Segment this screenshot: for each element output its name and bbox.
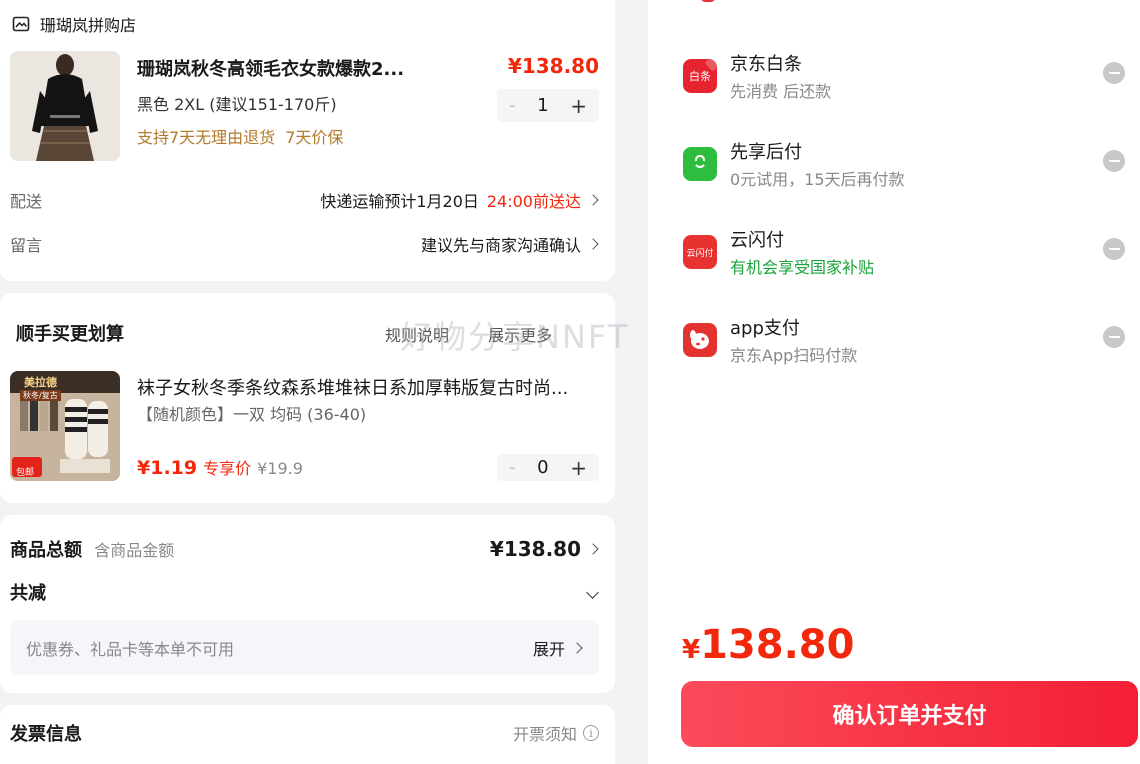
return-policy: 支持7天无理由退货 [137,128,276,147]
payment-text: 先享后付 0元试用，15天后再付款 [730,138,905,190]
delivery-label: 配送 [10,192,43,211]
unionpay-icon-text: 云闪付 [686,248,714,259]
invoice-note-label: 开票须知 [512,725,577,744]
chevron-down-icon[interactable] [586,585,599,599]
payment-text: app支付 京东App扫码付款 [730,314,857,366]
goods-total-label: 商品总额 [10,540,82,561]
expand-label: 展开 [532,639,565,659]
bundle-title: 顺手买更划算 [16,324,124,345]
product-title[interactable]: 珊瑚岚秋冬高领毛衣女款爆款2... [137,55,404,81]
payment-desc: 京东App扫码付款 [730,346,858,365]
dog-glyph [690,330,709,349]
payment-option-pay-later[interactable]: 先享后付 0元试用，15天后再付款 [683,134,1133,194]
shop-header[interactable]: 珊瑚岚拼购店 [12,12,136,36]
payment-desc: 0元试用，15天后再付款 [730,170,905,189]
payment-desc: 先消费 后还款 [730,82,832,101]
payment-name: 先享后付 [730,142,802,163]
price-protection: 7天价保 [285,128,344,147]
decrease-button[interactable]: - [509,95,516,116]
thumb-season-tag: 秋冬/复古 [20,390,61,401]
decrease-button[interactable]: - [509,457,516,478]
payment-text: 京东白条 先消费 后还款 [730,50,831,102]
product-price: ¥138.80 [507,54,599,78]
payment-name: app支付 [730,318,800,339]
payment-option-baitiao[interactable]: 白条 京东白条 先消费 后还款 [683,46,1133,106]
payable-amount: 138.80 [700,622,855,668]
message-label: 留言 [10,236,43,255]
socks-price-row: ¥1.19 专享价 ¥19.9 [137,455,303,479]
order-column: 珊瑚岚拼购店 珊瑚岚秋冬高领毛衣女款爆款2... ¥138.80 黑色 2XL … [0,0,627,764]
shop-name: 珊瑚岚拼购店 [40,16,137,35]
payment-text: 云闪付 有机会享受国家补贴 [730,226,874,278]
payment-name: 京东白条 [730,54,802,75]
payment-option-app[interactable]: app支付 京东App扫码付款 [683,310,1133,370]
sweater-image [10,51,120,161]
reduction-row[interactable]: 共减 [10,579,599,605]
thumb-brand-tag: 美拉德 [24,376,57,389]
socks-quantity-value[interactable]: 0 [537,457,548,478]
payment-radio[interactable] [1103,326,1125,348]
confirm-pay-button[interactable]: 确认订单并支付 [681,681,1138,747]
chevron-right-icon [571,641,583,654]
socks-quantity-stepper: - 0 + [497,454,599,481]
increase-button[interactable]: + [570,456,587,480]
coupon-text: 优惠券、礼品卡等本单不可用 [26,639,235,659]
jd-dog-icon [683,323,717,357]
payment-radio[interactable] [1103,238,1125,260]
goods-total-amount: ¥138.80 [489,537,581,561]
socks-thumbnail[interactable]: 美拉德 秋冬/复古 包邮 [10,371,120,481]
thumb-shipping-tag: 包邮 [16,468,35,478]
product-spec[interactable]: 黑色 2XL (建议151-170斤) [137,91,337,115]
guarantee-text: 支持7天无理由退货 7天价保 [137,124,343,148]
message-hint: 建议先与商家沟通确认 [420,236,581,255]
baitiao-icon-text: 白条 [689,70,711,83]
baitiao-icon: 白条 [683,54,722,93]
message-value: 建议先与商家沟通确认 [420,232,599,256]
info-icon: i [583,725,599,741]
payment-radio[interactable] [1103,62,1125,84]
unionpay-icon: 云闪付 [683,235,717,269]
socks-spec[interactable]: 【随机颜色】一双 均码 (36-40) [137,401,366,425]
goods-total-label-wrap: 商品总额 含商品金额 [10,536,174,562]
currency-symbol: ¥ [682,635,701,665]
goods-total-sub: 含商品金额 [94,541,175,560]
delivery-row[interactable]: 配送 快递运输预计1月20日 24:00前送达 [10,188,599,212]
expand-button[interactable]: 展开 [532,636,583,660]
invoice-title: 发票信息 [10,724,82,745]
goods-total-amount-wrap: ¥138.80 [489,537,599,561]
invoice-note[interactable]: 开票须知 i [513,721,599,745]
chevron-right-icon [587,543,599,555]
payment-radio[interactable] [1103,150,1125,172]
exclusive-price-label: 专享价 [203,459,252,478]
shopping-bag-icon [683,147,717,181]
coupon-box[interactable]: 优惠券、礼品卡等本单不可用 展开 [10,620,599,675]
product-thumbnail[interactable] [10,51,120,161]
bag-glyph [695,154,705,168]
delivery-time: 24:00前送达 [486,192,581,211]
payment-desc: 有机会享受国家补贴 [730,258,875,277]
goods-total-row[interactable]: 商品总额 含商品金额 ¥138.80 [10,536,599,562]
socks-title[interactable]: 袜子女秋冬季条纹森系堆堆袜日系加厚韩版复古时尚... [137,374,568,400]
delivery-date: 快递运输预计1月20日 [320,192,479,211]
original-price: ¥19.9 [257,459,303,478]
shop-icon [12,16,30,32]
watermark: 好物分享NNFT [400,318,630,356]
quantity-stepper: - 1 + [497,89,599,122]
socks-price: ¥1.19 [137,457,198,479]
chevron-right-icon [587,194,599,206]
message-row[interactable]: 留言 建议先与商家沟通确认 [10,232,599,256]
delivery-value: 快递运输预计1月20日 24:00前送达 [320,188,599,212]
payable-total: ¥ 138.80 [682,622,854,668]
quantity-value[interactable]: 1 [537,95,548,116]
increase-button[interactable]: + [570,94,587,118]
payment-name: 云闪付 [730,230,784,251]
chevron-right-icon [587,238,599,250]
payment-option-unionpay[interactable]: 云闪付 云闪付 有机会享受国家补贴 [683,222,1133,282]
reduction-label: 共减 [10,583,46,604]
